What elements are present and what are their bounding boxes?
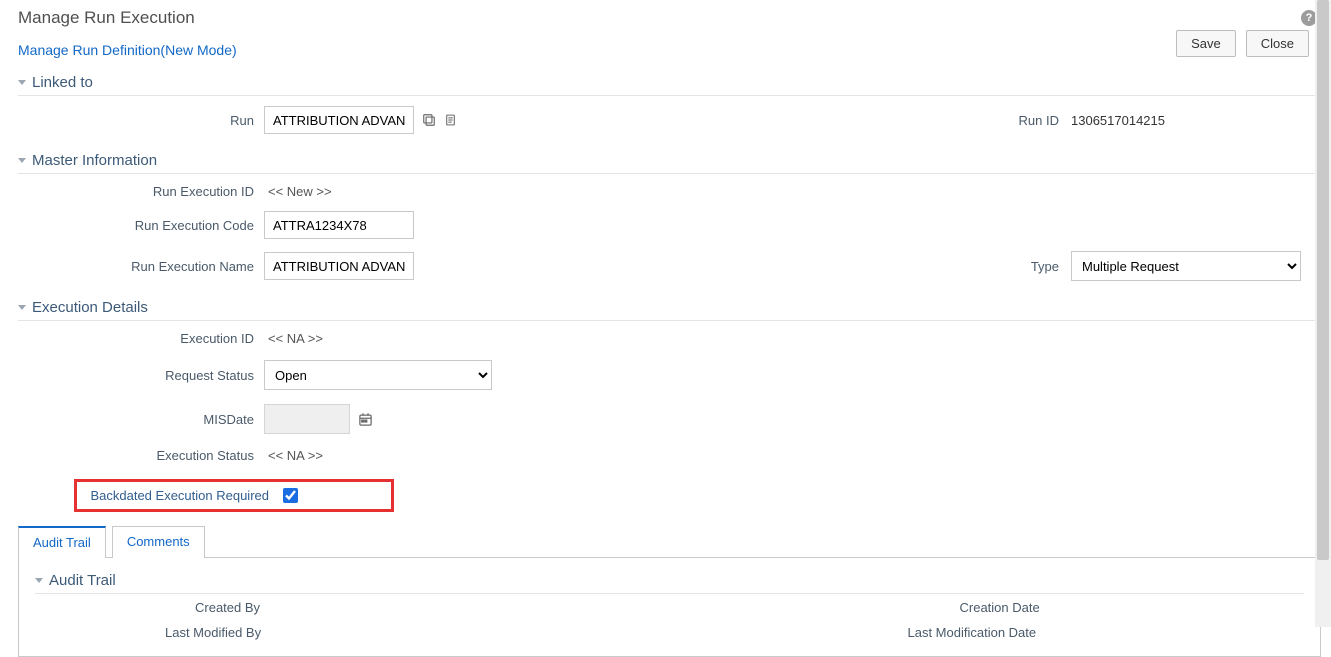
misdate-label: MISDate	[18, 412, 264, 427]
tab-panel-audit-trail: Audit Trail Created By Creation Date Las…	[18, 557, 1321, 657]
run-execution-id-label: Run Execution ID	[18, 184, 264, 199]
manage-run-definition-link[interactable]: Manage Run Definition(New Mode)	[18, 42, 237, 58]
copy-run-icon[interactable]	[444, 113, 457, 127]
request-status-select[interactable]: Open	[264, 360, 492, 390]
section-execution-details-label: Execution Details	[32, 299, 148, 316]
run-execution-code-label: Run Execution Code	[18, 218, 264, 233]
run-id-label: Run ID	[644, 113, 1071, 128]
close-button[interactable]: Close	[1246, 30, 1309, 57]
run-execution-name-label: Run Execution Name	[18, 259, 264, 274]
backdated-execution-label: Backdated Execution Required	[85, 488, 269, 503]
pick-run-icon[interactable]	[422, 113, 436, 127]
section-master-info[interactable]: Master Information	[18, 148, 1321, 174]
chevron-down-icon	[18, 305, 26, 310]
section-execution-details[interactable]: Execution Details	[18, 295, 1321, 321]
execution-status-label: Execution Status	[18, 448, 264, 463]
vertical-scrollbar[interactable]	[1315, 0, 1331, 627]
creation-date-label: Creation Date	[670, 600, 1305, 615]
page-title: Manage Run Execution	[18, 8, 195, 28]
scrollbar-thumb[interactable]	[1317, 0, 1329, 560]
section-audit-trail[interactable]: Audit Trail	[35, 568, 1304, 594]
run-id-value: 1306517014215	[1071, 113, 1321, 128]
created-by-label: Created By	[35, 600, 670, 615]
last-modified-by-label: Last Modified By	[35, 625, 670, 640]
save-button[interactable]: Save	[1176, 30, 1236, 57]
backdated-execution-checkbox[interactable]	[283, 488, 298, 503]
misdate-input	[264, 404, 350, 434]
type-select[interactable]: Multiple Request	[1071, 251, 1301, 281]
type-label: Type	[644, 259, 1071, 274]
chevron-down-icon	[18, 158, 26, 163]
tab-audit-trail[interactable]: Audit Trail	[18, 526, 106, 558]
section-linked-to-label: Linked to	[32, 74, 93, 91]
section-linked-to[interactable]: Linked to	[18, 70, 1321, 96]
run-execution-id-value: << New >>	[264, 184, 332, 199]
chevron-down-icon	[35, 578, 43, 583]
execution-status-value: << NA >>	[264, 448, 323, 463]
run-execution-code-input[interactable]	[264, 211, 414, 239]
tab-comments[interactable]: Comments	[112, 526, 205, 558]
run-label: Run	[18, 113, 264, 128]
run-input[interactable]	[264, 106, 414, 134]
section-master-info-label: Master Information	[32, 152, 157, 169]
request-status-label: Request Status	[18, 368, 264, 383]
chevron-down-icon	[18, 80, 26, 85]
last-modification-date-label: Last Modification Date	[670, 625, 1305, 640]
calendar-icon[interactable]	[358, 412, 373, 427]
execution-id-label: Execution ID	[18, 331, 264, 346]
backdated-execution-highlight: Backdated Execution Required	[74, 479, 394, 512]
execution-id-value: << NA >>	[264, 331, 323, 346]
run-execution-name-input[interactable]	[264, 252, 414, 280]
section-audit-trail-label: Audit Trail	[49, 572, 116, 589]
